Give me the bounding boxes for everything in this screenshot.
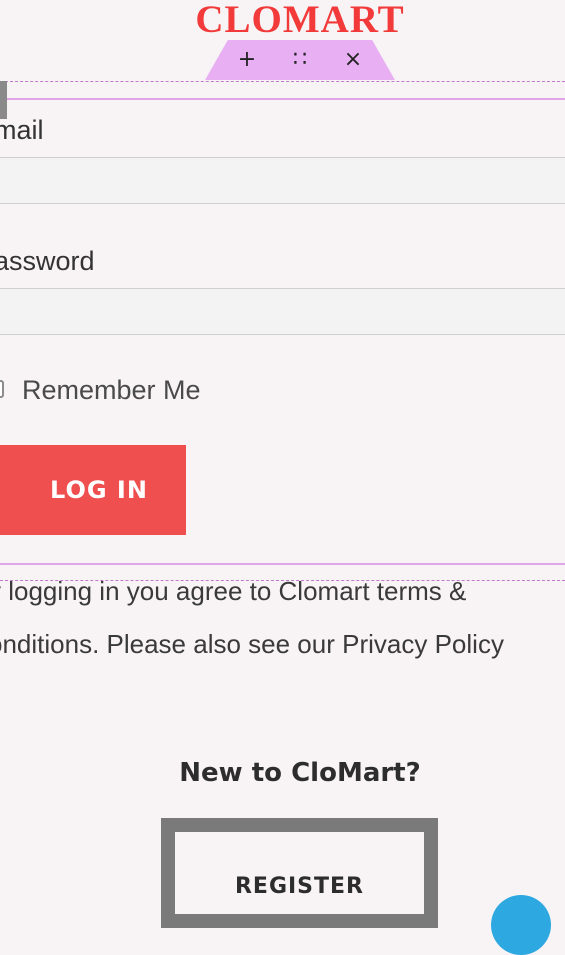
password-label: assword xyxy=(0,246,95,276)
email-label: mail xyxy=(0,115,44,145)
chat-bubble-icon[interactable] xyxy=(491,895,551,955)
email-field[interactable] xyxy=(0,157,565,204)
terms-text: y logging in you agree to Clomart terms … xyxy=(0,565,565,671)
terms-line-2-text: onditions. Please also see our xyxy=(0,629,343,659)
editor-resize-handle[interactable] xyxy=(0,81,7,119)
remember-me-label[interactable]: Remember Me xyxy=(22,374,201,406)
drag-handle-icon[interactable]: ∷ xyxy=(286,46,314,74)
terms-line-2: onditions. Please also see our Privacy P… xyxy=(0,618,565,671)
brand-logo: CLOMART xyxy=(195,0,405,41)
editor-selection-border xyxy=(0,98,565,100)
close-icon[interactable]: × xyxy=(339,46,367,74)
register-button[interactable]: REGISTER xyxy=(161,818,438,928)
privacy-policy-link[interactable]: Privacy Policy xyxy=(342,629,504,659)
add-icon[interactable]: + xyxy=(233,46,261,74)
terms-line-1: y logging in you agree to Clomart terms … xyxy=(0,576,467,606)
editor-toolbar: + ∷ × xyxy=(205,40,395,80)
login-button[interactable]: LOG IN xyxy=(0,445,186,535)
editor-selection-outline xyxy=(0,81,565,82)
new-user-prompt: New to CloMart? xyxy=(179,758,421,788)
password-field[interactable] xyxy=(0,288,565,335)
remember-me-checkbox[interactable] xyxy=(0,380,4,398)
